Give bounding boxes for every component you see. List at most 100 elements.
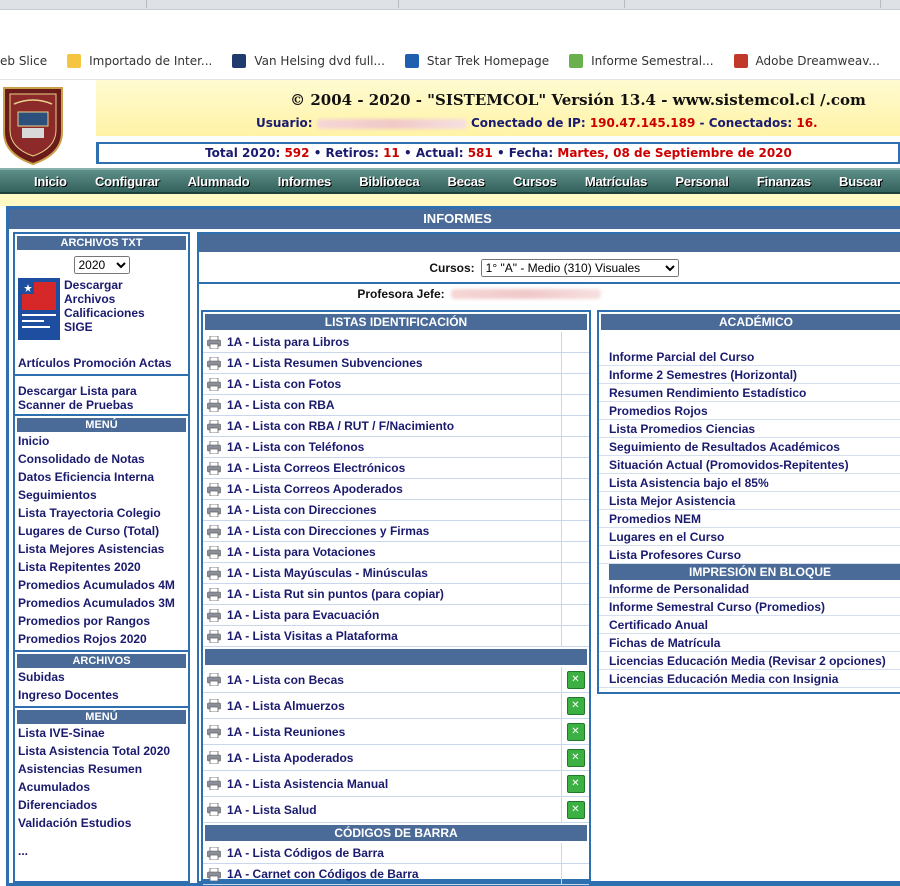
list-link[interactable]: 1A - Lista Asistencia Manual xyxy=(227,777,561,791)
menu-link[interactable]: Promedios por Rangos xyxy=(15,612,188,630)
list-link[interactable]: 1A - Lista Almuerzos xyxy=(227,699,561,713)
excel-icon[interactable]: ✕ xyxy=(567,749,585,767)
report-link[interactable]: Lugares en el Curso xyxy=(599,528,900,546)
list-link[interactable]: 1A - Lista con Direcciones xyxy=(227,503,561,517)
nav-item-8[interactable]: Personal xyxy=(675,174,728,189)
menu-link[interactable]: Lista Trayectoria Colegio xyxy=(15,504,188,522)
list-row[interactable]: 1A - Lista Almuerzos ✕ xyxy=(203,693,589,719)
menu-link[interactable]: Lista Asistencia Total 2020 xyxy=(15,742,188,760)
nav-item-7[interactable]: Matrículas xyxy=(585,174,647,189)
list-link[interactable]: 1A - Lista con Teléfonos xyxy=(227,440,561,454)
report-link[interactable]: Resumen Rendimiento Estadístico xyxy=(599,384,900,402)
report-link[interactable]: Lista Profesores Curso xyxy=(599,546,900,564)
nav-item-4[interactable]: Biblioteca xyxy=(359,174,419,189)
list-row[interactable]: 1A - Lista con RBA / RUT / F/Nacimiento xyxy=(203,416,589,437)
list-row[interactable]: 1A - Lista con RBA xyxy=(203,395,589,416)
report-link[interactable]: Promedios NEM xyxy=(599,510,900,528)
report-link[interactable]: Situación Actual (Promovidos-Repitentes) xyxy=(599,456,900,474)
bookmark-label[interactable]: Importado de Inter... xyxy=(89,54,212,68)
list-row[interactable]: 1A - Lista con Becas✕ xyxy=(203,667,589,693)
list-link[interactable]: 1A - Carnet con Códigos de Barra xyxy=(227,867,561,881)
menu-link[interactable]: Lista Mejores Asistencias xyxy=(15,540,188,558)
excel-icon[interactable]: ✕ xyxy=(567,697,585,715)
list-link[interactable]: 1A - Lista para Evacuación xyxy=(227,608,561,622)
list-row[interactable]: 1A - Lista Códigos de Barra xyxy=(203,843,589,864)
menu-link[interactable]: Diferenciados xyxy=(15,796,188,814)
list-row[interactable]: 1A - Lista Visitas a Plataforma xyxy=(203,626,589,647)
list-link[interactable]: 1A - Lista Apoderados xyxy=(227,751,561,765)
nav-item-2[interactable]: Alumnado xyxy=(188,174,250,189)
list-row[interactable]: 1A - Carnet con Códigos de Barra xyxy=(203,864,589,885)
list-link[interactable]: 1A - Lista con RBA / RUT / F/Nacimiento xyxy=(227,419,561,433)
bookmark-label[interactable]: Van Helsing dvd full... xyxy=(254,54,385,68)
list-row[interactable]: 1A - Lista Mayúsculas - Minúsculas xyxy=(203,563,589,584)
list-link[interactable]: 1A - Lista con Direcciones y Firmas xyxy=(227,524,561,538)
list-link[interactable]: 1A - Lista Correos Electrónicos xyxy=(227,461,561,475)
bookmark-label[interactable]: eb Slice xyxy=(0,54,47,68)
nav-item-6[interactable]: Cursos xyxy=(513,174,557,189)
report-link[interactable]: Informe Parcial del Curso xyxy=(599,348,900,366)
list-row[interactable]: 1A - Lista para Evacuación xyxy=(203,605,589,626)
nav-item-5[interactable]: Becas xyxy=(448,174,485,189)
report-link[interactable]: Licencias Educación Media con Insignia xyxy=(599,670,900,688)
list-row[interactable]: 1A - Lista con Direcciones xyxy=(203,500,589,521)
report-link[interactable]: Informe 2 Semestres (Horizontal) xyxy=(599,366,900,384)
list-row[interactable]: 1A - Lista con Direcciones y Firmas xyxy=(203,521,589,542)
list-link[interactable]: 1A - Lista Códigos de Barra xyxy=(227,846,561,860)
list-link[interactable]: 1A - Lista Visitas a Plataforma xyxy=(227,629,561,643)
nav-item-0[interactable]: Inicio xyxy=(34,174,67,189)
list-link[interactable]: 1A - Lista Mayúsculas - Minúsculas xyxy=(227,566,561,580)
list-row[interactable]: 1A - Lista Resumen Subvenciones xyxy=(203,353,589,374)
nav-item-3[interactable]: Informes xyxy=(278,174,331,189)
list-row[interactable]: 1A - Lista para Votaciones xyxy=(203,542,589,563)
bookmark-label[interactable]: Adobe Dreamweav... xyxy=(756,54,880,68)
bookmark-label[interactable]: Star Trek Homepage xyxy=(427,54,549,68)
bookmark-item[interactable]: Importado de Inter... xyxy=(67,54,212,68)
sige-download-link[interactable]: Descargar Archivos Calificaciones SIGE xyxy=(60,278,150,340)
list-row[interactable]: 1A - Lista para Libros xyxy=(203,332,589,353)
list-link[interactable]: 1A - Lista con Becas xyxy=(227,673,561,687)
menu-link[interactable]: Promedios Acumulados 4M xyxy=(15,576,188,594)
menu-link[interactable]: Acumulados xyxy=(15,778,188,796)
list-row[interactable]: 1A - Lista Apoderados ✕ xyxy=(203,745,589,771)
menu-link[interactable]: Consolidado de Notas xyxy=(15,450,188,468)
list-row[interactable]: 1A - Lista con Teléfonos xyxy=(203,437,589,458)
bookmark-item[interactable]: Informe Semestral... xyxy=(569,54,713,68)
list-row[interactable]: 1A - Lista Salud✕ xyxy=(203,797,589,823)
bookmark-item[interactable]: eb Slice xyxy=(0,54,47,68)
menu-link[interactable]: Seguimientos xyxy=(15,486,188,504)
excel-icon[interactable]: ✕ xyxy=(567,723,585,741)
report-link[interactable]: Licencias Educación Media (Revisar 2 opc… xyxy=(599,652,900,670)
report-link[interactable]: Informe Semestral Curso (Promedios) xyxy=(599,598,900,616)
menu-link[interactable]: Validación Estudios xyxy=(15,814,188,832)
excel-icon[interactable]: ✕ xyxy=(567,801,585,819)
menu-link[interactable]: Datos Eficiencia Interna xyxy=(15,468,188,486)
menu-link[interactable]: Lugares de Curso (Total) xyxy=(15,522,188,540)
menu-link[interactable]: Lista Repitentes 2020 xyxy=(15,558,188,576)
articulos-promocion-link[interactable]: Artículos Promoción Actas xyxy=(15,354,188,372)
scanner-download-link[interactable]: Descargar Lista para Scanner de Pruebas xyxy=(15,384,188,412)
report-link[interactable]: Certificado Anual xyxy=(599,616,900,634)
list-link[interactable]: 1A - Lista con Fotos xyxy=(227,377,561,391)
year-select[interactable]: 2020 xyxy=(74,256,130,274)
menu-link[interactable]: Inicio xyxy=(15,432,188,450)
list-link[interactable]: 1A - Lista Reuniones xyxy=(227,725,561,739)
list-row[interactable]: 1A - Lista Rut sin puntos (para copiar) xyxy=(203,584,589,605)
nav-item-10[interactable]: Buscar xyxy=(839,174,882,189)
list-link[interactable]: 1A - Lista Resumen Subvenciones xyxy=(227,356,561,370)
list-row[interactable]: 1A - Lista Correos Electrónicos xyxy=(203,458,589,479)
bookmark-item[interactable]: Van Helsing dvd full... xyxy=(232,54,385,68)
nav-item-9[interactable]: Finanzas xyxy=(757,174,811,189)
list-row[interactable]: 1A - Lista Asistencia Manual✕ xyxy=(203,771,589,797)
list-row[interactable]: 1A - Lista Correos Apoderados xyxy=(203,479,589,500)
bookmark-label[interactable]: Informe Semestral... xyxy=(591,54,713,68)
report-link[interactable]: Lista Asistencia bajo el 85% xyxy=(599,474,900,492)
list-row[interactable]: 1A - Lista con Fotos xyxy=(203,374,589,395)
list-link[interactable]: 1A - Lista con RBA xyxy=(227,398,561,412)
list-row[interactable]: 1A - Lista Reuniones ✕ xyxy=(203,719,589,745)
list-link[interactable]: 1A - Lista para Libros xyxy=(227,335,561,349)
bookmark-item[interactable]: Star Trek Homepage xyxy=(405,54,549,68)
curso-select[interactable]: 1° "A" - Medio (310) Visuales xyxy=(481,259,679,277)
menu-link[interactable]: Lista IVE-Sinae xyxy=(15,724,188,742)
report-link[interactable]: Promedios Rojos xyxy=(599,402,900,420)
